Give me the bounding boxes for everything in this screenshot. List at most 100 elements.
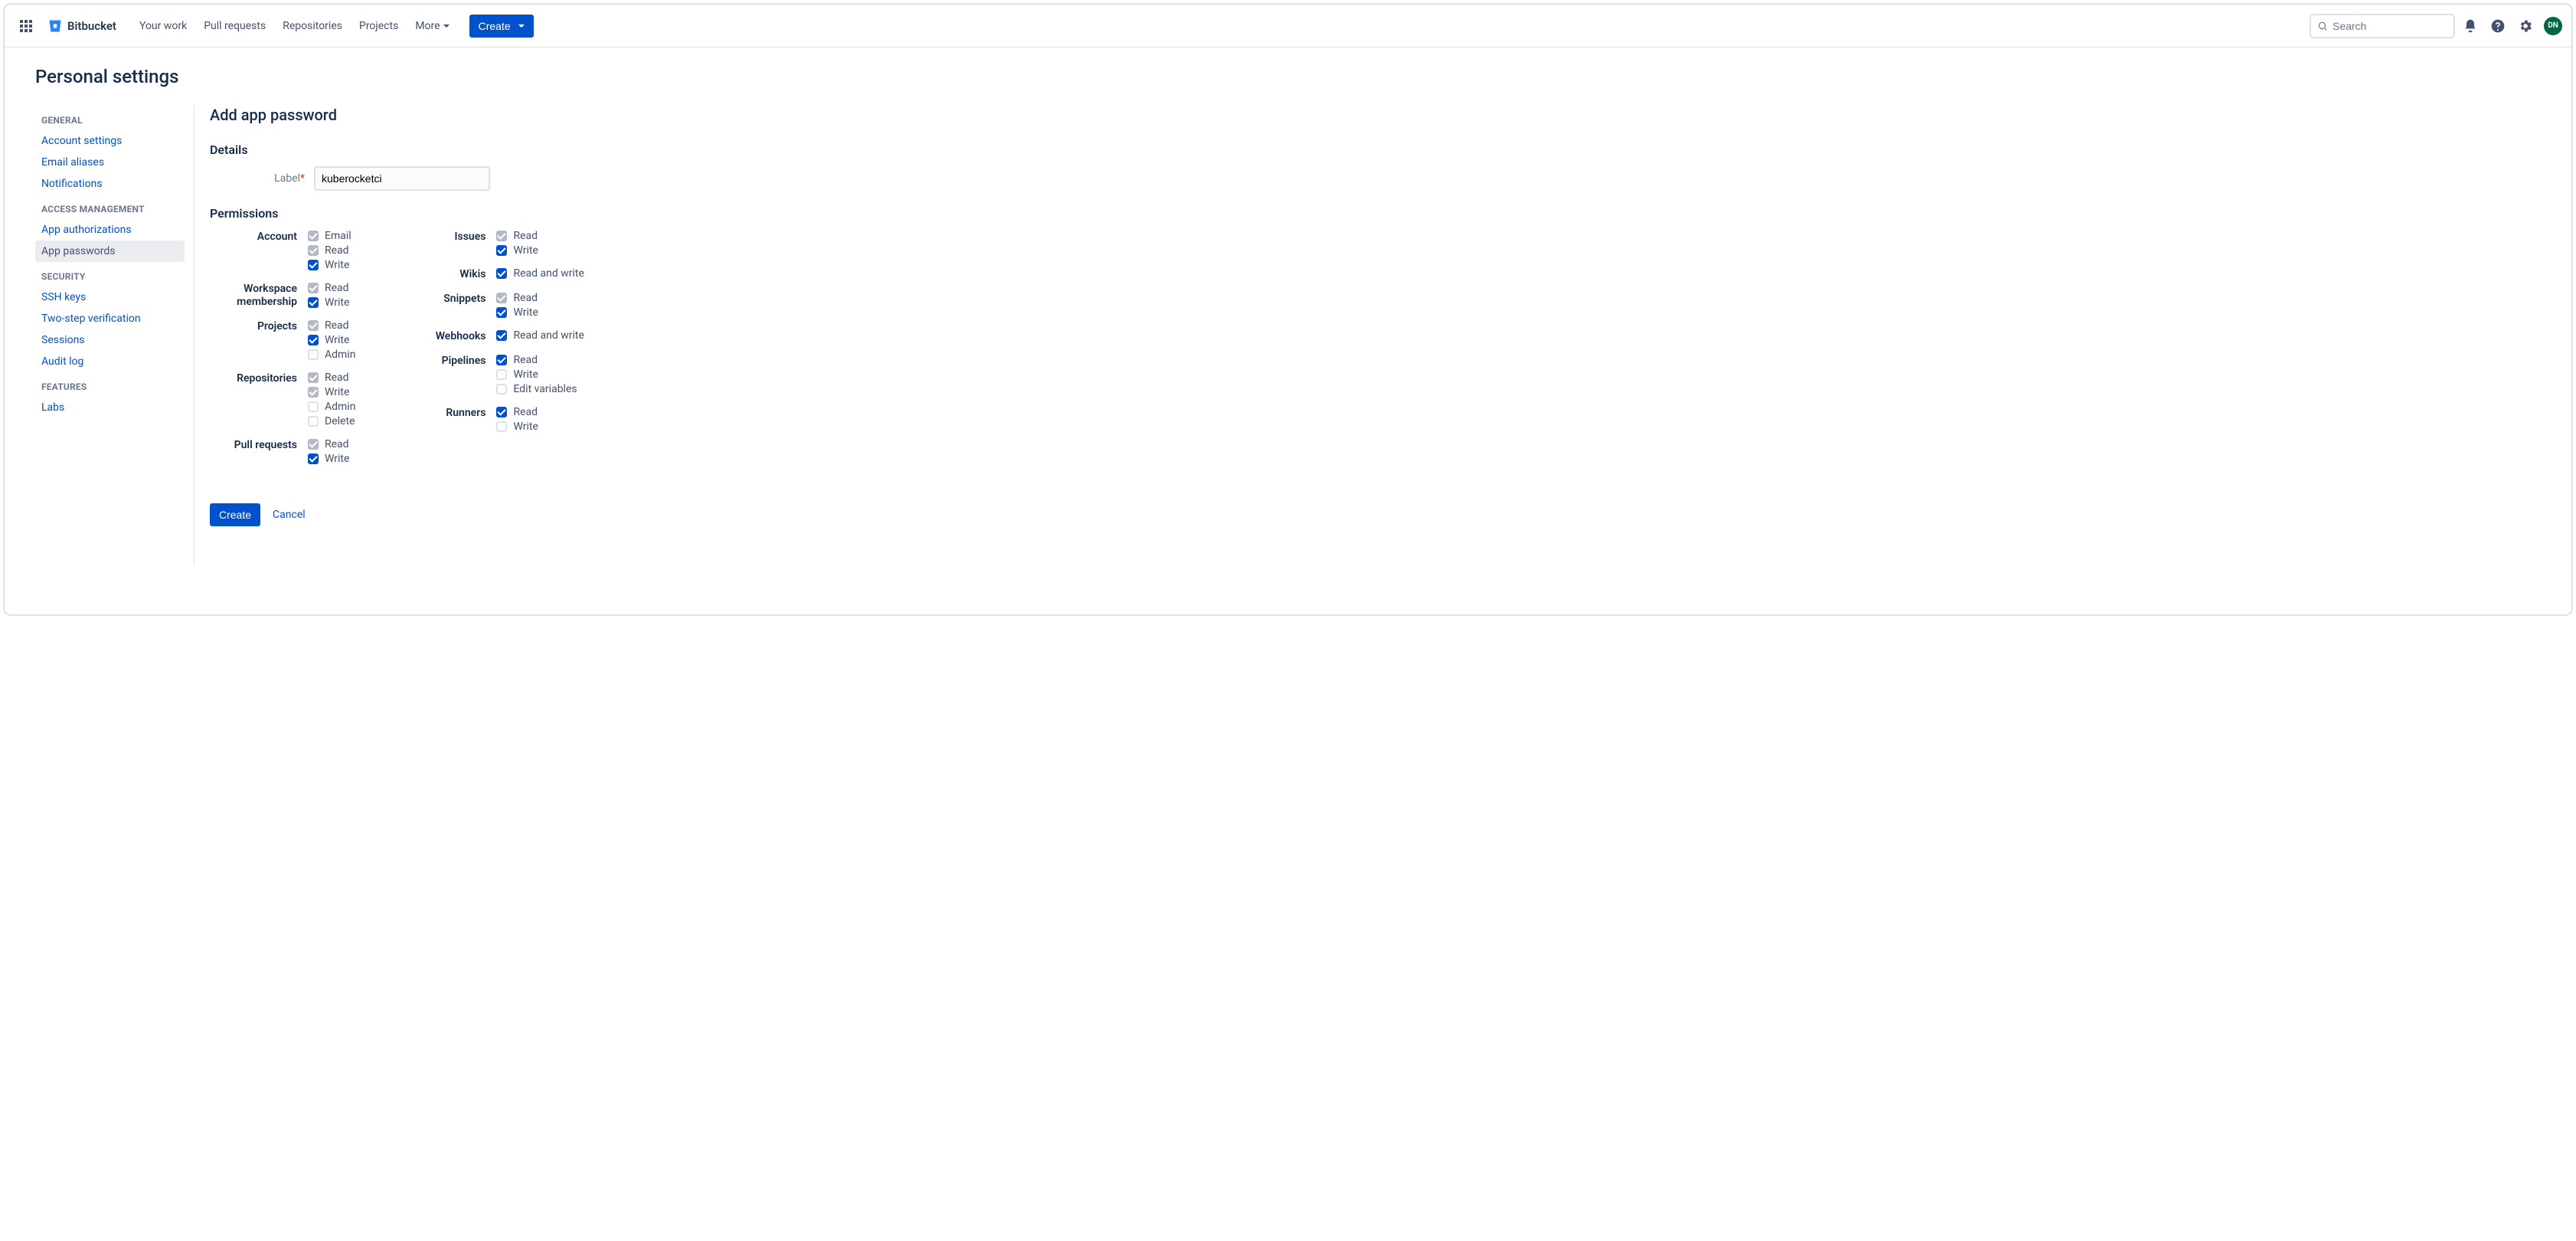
checkbox[interactable] [308,454,319,464]
settings-sidebar: GENERALAccount settingsEmail aliasesNoti… [35,106,195,565]
app-switcher-icon[interactable] [14,14,38,38]
permission-option: Read [308,319,355,332]
checkbox[interactable] [496,407,507,417]
permission-option-label: Read and write [513,267,584,280]
permission-group-title: Pipelines [398,354,496,395]
permission-group-title: Workspace membership [210,282,308,309]
sidebar-item-labs[interactable]: Labs [35,397,185,418]
permission-option-label: Read [325,282,349,294]
permission-option: Edit variables [496,383,577,395]
permission-group-title: Repositories [210,372,308,427]
checkbox[interactable] [496,268,507,279]
sidebar-item-two-step-verification[interactable]: Two-step verification [35,308,185,329]
checkbox[interactable] [496,245,507,256]
checkbox [496,293,507,303]
permission-group-title: Issues [398,230,496,257]
permission-group-projects: ProjectsReadWriteAdmin [210,319,355,361]
page-title: Personal settings [35,66,2541,87]
nav-more[interactable]: More [407,14,456,38]
permission-option: Read [496,292,538,304]
nav-projects[interactable]: Projects [351,14,406,38]
permission-option: Write [308,334,355,346]
permission-option-label: Read [325,372,349,384]
permission-option: Write [496,306,538,319]
permission-group-title: Webhooks [398,329,496,343]
checkbox [496,231,507,241]
checkbox[interactable] [308,401,319,412]
sidebar-item-audit-log[interactable]: Audit log [35,351,185,372]
permissions-heading: Permissions [210,206,884,221]
checkbox[interactable] [308,260,319,270]
checkbox[interactable] [496,384,507,395]
permission-option: Write [496,244,538,257]
permission-option: Read and write [496,329,584,342]
checkbox [308,372,319,383]
sidebar-group-label: ACCESS MANAGEMENT [35,195,185,219]
permission-option-label: Write [513,421,538,433]
checkbox[interactable] [496,330,507,341]
permission-option-label: Write [325,334,349,346]
settings-icon[interactable] [2513,14,2538,38]
permission-option: Admin [308,401,355,413]
permission-option-label: Edit variables [513,383,577,395]
checkbox[interactable] [496,355,507,365]
sidebar-item-app-authorizations[interactable]: App authorizations [35,219,185,241]
permission-option-label: Delete [325,415,355,427]
bitbucket-icon [47,18,63,34]
permission-option: Write [308,386,355,398]
permission-group-title: Runners [398,406,496,433]
help-icon[interactable] [2486,14,2510,38]
checkbox[interactable] [496,421,507,432]
permission-option: Read [496,230,538,242]
checkbox [308,231,319,241]
sidebar-group-label: FEATURES [35,372,185,397]
sidebar-item-notifications[interactable]: Notifications [35,173,185,195]
sidebar-item-email-aliases[interactable]: Email aliases [35,152,185,173]
permission-option-label: Write [325,296,349,309]
sidebar-group-label: SECURITY [35,262,185,287]
checkbox[interactable] [496,369,507,380]
label-input[interactable] [314,166,490,191]
create-submit-button[interactable]: Create [210,503,260,526]
search-box[interactable] [2310,14,2455,38]
nav-your-work[interactable]: Your work [132,14,195,38]
permission-option-label: Admin [325,349,355,361]
notifications-icon[interactable] [2458,14,2483,38]
sidebar-item-sessions[interactable]: Sessions [35,329,185,351]
permission-option-label: Read [513,406,538,418]
checkbox [308,283,319,293]
permission-option: Write [496,368,577,381]
chevron-down-icon [518,25,525,28]
sidebar-item-account-settings[interactable]: Account settings [35,130,185,152]
logo-text: Bitbucket [67,19,116,33]
cancel-link[interactable]: Cancel [273,509,306,521]
checkbox[interactable] [308,416,319,427]
create-button[interactable]: Create [469,15,534,38]
checkbox[interactable] [308,335,319,345]
nav-pull-requests[interactable]: Pull requests [196,14,273,38]
sidebar-item-app-passwords[interactable]: App passwords [35,241,185,262]
permission-option-label: Write [513,306,538,319]
nav-repositories[interactable]: Repositories [275,14,350,38]
permission-option-label: Write [325,386,349,398]
permission-option: Read [308,244,351,257]
sidebar-item-ssh-keys[interactable]: SSH keys [35,287,185,308]
permission-option: Write [308,453,349,465]
permission-option: Write [308,296,349,309]
permission-group-repositories: Repositories Read Write Admin Delete [210,372,355,427]
search-input[interactable] [2332,20,2447,32]
checkbox [308,387,319,398]
permission-option-label: Read [513,354,538,366]
permission-option: Read [308,282,349,294]
bitbucket-logo[interactable]: Bitbucket [41,18,123,34]
permission-group-title: Snippets [398,292,496,319]
permission-group-title: Pull requests [210,438,308,465]
permission-group-snippets: SnippetsRead Write [398,292,584,319]
checkbox[interactable] [496,307,507,318]
user-avatar[interactable]: DN [2544,17,2562,35]
checkbox[interactable] [308,297,319,308]
checkbox [308,439,319,450]
checkbox[interactable] [308,349,319,360]
primary-nav: Your work Pull requests Repositories Pro… [132,14,457,38]
permission-group-pull-requests: Pull requestsReadWrite [210,438,355,465]
